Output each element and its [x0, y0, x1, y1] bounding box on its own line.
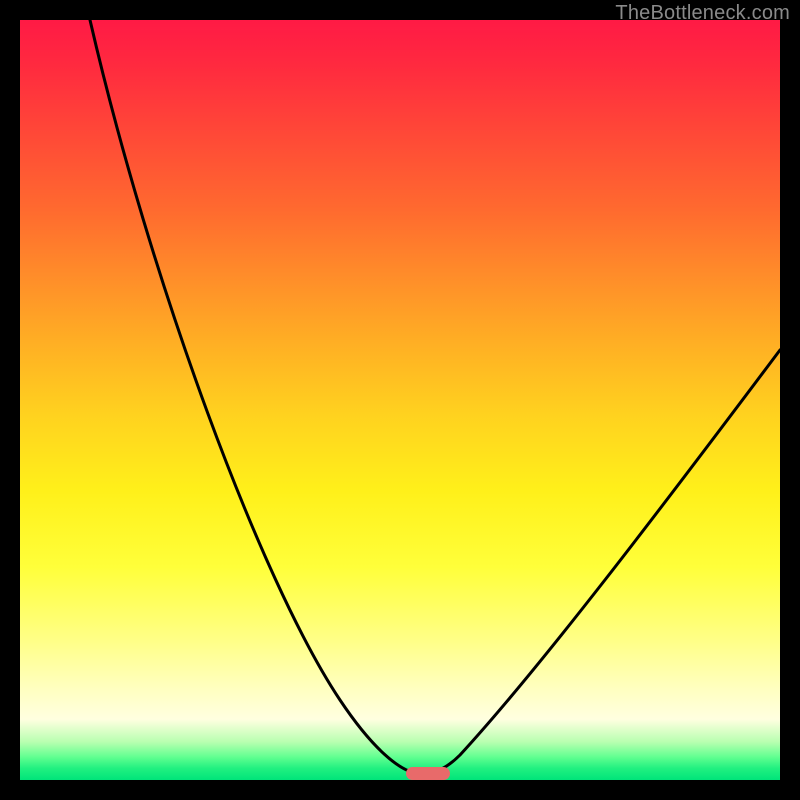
curve-path: [90, 20, 780, 774]
plot-area: [20, 20, 780, 780]
watermark-text: TheBottleneck.com: [615, 2, 790, 25]
optimal-point-marker: [406, 767, 450, 780]
chart-frame: TheBottleneck.com: [0, 0, 800, 800]
bottleneck-curve: [20, 20, 780, 780]
